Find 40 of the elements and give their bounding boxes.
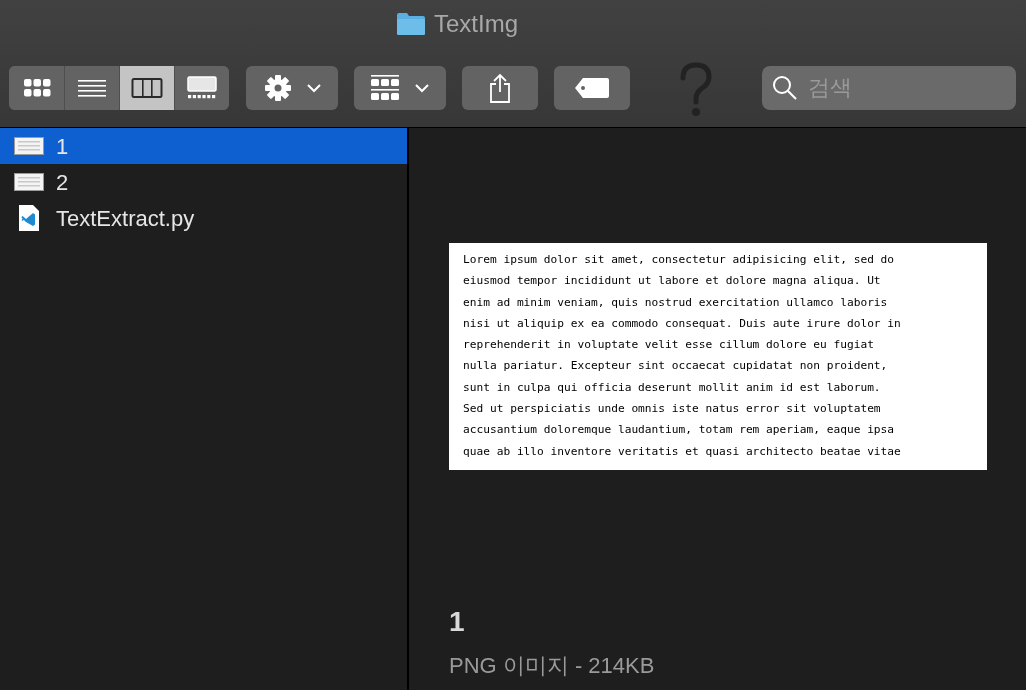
preview-text-line: reprehenderit in voluptate velit esse cillum dolore eu fugiat xyxy=(463,337,874,354)
settings-icon xyxy=(263,73,293,103)
code-file-icon xyxy=(18,204,40,232)
image-thumbnail-icon xyxy=(14,173,44,191)
folder-icon xyxy=(396,12,426,36)
file-name: 1 xyxy=(56,132,69,161)
file-name: 2 xyxy=(56,168,69,197)
preview-text-line: sunt in culpa qui officia deserunt mollit anim id est laborum. xyxy=(463,379,881,396)
preview-text-line: enim ad minim veniam, quis nostrud exercitation ullamco laboris xyxy=(463,294,888,311)
file-row[interactable]: 2 xyxy=(0,164,407,200)
grouped-grid-icon xyxy=(371,74,399,102)
preview-file-name: 1 xyxy=(449,605,465,639)
image-thumbnail-icon xyxy=(14,137,44,155)
preview-text-line: Sed ut perspiciatis unde omnis iste natus error sit voluptatem xyxy=(463,401,881,418)
view-mode-button[interactable] xyxy=(119,66,174,110)
preview-text-line: quae ab illo inventore veritatis et quasi architecto beatae vitae xyxy=(463,443,901,460)
preview-text-line: accusantium doloremque laudantium, totam rem aperiam, eaque ipsa xyxy=(463,422,895,439)
columns-icon xyxy=(131,77,163,99)
file-name: TextExtract.py xyxy=(56,204,195,233)
tag-button[interactable] xyxy=(554,66,630,110)
group-menu-button[interactable] xyxy=(354,66,446,110)
file-info: PNG 이미지 - 214KB xyxy=(449,652,655,680)
preview-text-line: nisi ut aliquip ex ea commodo consequat. Duis aute irure dolor in xyxy=(463,315,901,332)
gallery-icon xyxy=(187,76,217,100)
view-mode-button[interactable] xyxy=(174,66,229,110)
grid-icon xyxy=(22,77,51,99)
share-button[interactable] xyxy=(462,66,538,110)
preview-text-line: Lorem ipsum dolor sit amet, consectetur adipisicing elit, sed do xyxy=(463,252,895,268)
share-icon xyxy=(488,73,512,103)
search-icon xyxy=(772,75,798,101)
file-row[interactable]: 1 xyxy=(0,128,407,164)
preview-text-line: eiusmod tempor incididunt ut labore et dolore magna aliqua. Ut xyxy=(463,273,881,290)
chevron-down-icon xyxy=(415,83,429,93)
file-row[interactable]: TextExtract.py xyxy=(0,200,407,236)
window-title: TextImg xyxy=(434,9,518,39)
tag-icon xyxy=(574,77,610,99)
list-icon xyxy=(77,78,107,98)
action-menu-button[interactable] xyxy=(246,66,338,110)
chevron-down-icon xyxy=(307,83,321,93)
preview-text-line: nulla pariatur. Excepteur sint occaecat cupidatat non proident, xyxy=(463,358,888,375)
